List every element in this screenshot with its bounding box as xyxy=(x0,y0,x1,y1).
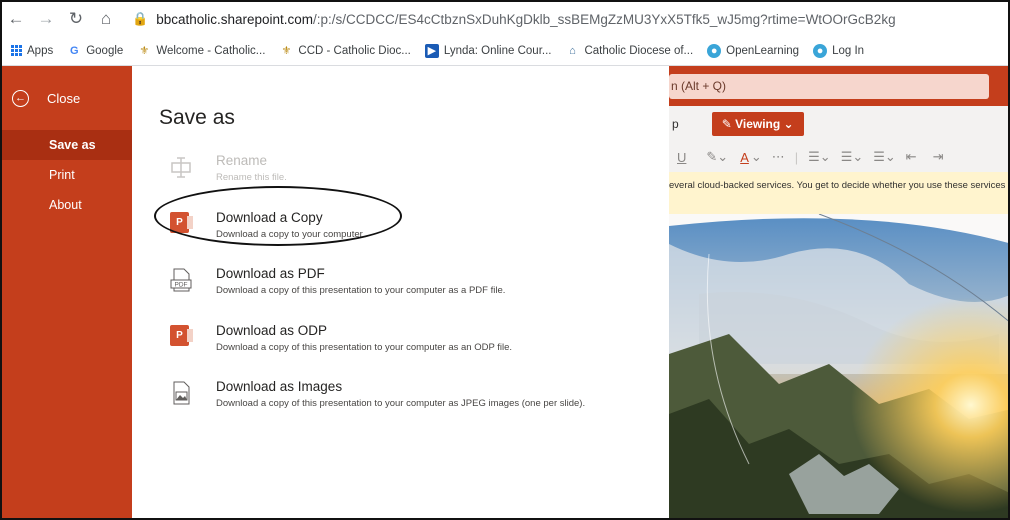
apps-grid-icon xyxy=(11,45,22,56)
download-pdf-option[interactable]: PDF Download as PDF Download a copy of t… xyxy=(170,265,505,296)
backstage-sidebar: ← Close Save as Print About xyxy=(2,66,132,518)
openlearning-icon: ● xyxy=(707,43,722,58)
pencil-icon: ✎ xyxy=(721,117,736,131)
ribbon-tabs: p ✎ Viewing ⌄ xyxy=(669,106,1008,142)
viewing-mode-button[interactable]: ✎ Viewing ⌄ xyxy=(711,112,804,136)
bookmark-google[interactable]: G Google xyxy=(67,44,123,58)
bookmark-label: CCD - Catholic Dioc... xyxy=(298,44,411,57)
screenshot-frame: ← → ↻ ⌂ 🔒 bbcatholic.sharepoint.com/:p:/… xyxy=(0,0,1010,520)
highlight-circle-annotation xyxy=(154,186,402,246)
url-field[interactable]: bbcatholic.sharepoint.com/:p:/s/CCDCC/ES… xyxy=(156,12,895,27)
bookmark-label: OpenLearning xyxy=(726,44,800,57)
forward-arrow-icon[interactable]: → xyxy=(34,7,58,31)
close-label: Close xyxy=(47,90,81,106)
lynda-icon: ▶ xyxy=(424,43,439,58)
decrease-indent-icon[interactable]: ⇤ xyxy=(906,149,917,165)
option-description: Download a copy of this presentation to … xyxy=(216,285,506,296)
bookmark-lynda[interactable]: ▶ Lynda: Online Cour... xyxy=(424,43,552,58)
lock-icon[interactable]: 🔒 xyxy=(132,11,148,27)
browser-address-bar: ← → ↻ ⌂ 🔒 bbcatholic.sharepoint.com/:p:/… xyxy=(2,2,1008,36)
bookmark-catholic-diocese[interactable]: ⌂ Catholic Diocese of... xyxy=(565,44,693,58)
pdf-icon: PDF xyxy=(170,268,192,292)
back-arrow-icon[interactable]: ← xyxy=(4,7,28,31)
bookmarks-bar: Apps G Google ⚜ Welcome - Catholic... ⚜ … xyxy=(2,36,1008,66)
editor-area: n (Alt + Q) p ✎ Viewing ⌄ U ✎⌄ A ⌄ ⋯ | ☰⌄… xyxy=(669,66,1008,518)
align-icon[interactable]: ☰⌄ xyxy=(873,149,896,165)
search-input[interactable]: n (Alt + Q) xyxy=(669,74,989,99)
option-title: Download as Images xyxy=(216,379,343,394)
ribbon-tab-fragment[interactable]: p xyxy=(672,117,679,131)
underline-icon[interactable]: U xyxy=(677,150,686,165)
page-title: Save as xyxy=(159,106,235,129)
home-icon[interactable]: ⌂ xyxy=(94,7,118,31)
title-bar: n (Alt + Q) xyxy=(669,66,1008,106)
openlearning-icon: ● xyxy=(813,43,828,58)
option-title: Rename xyxy=(216,153,268,168)
more-icon[interactable]: ⋯ xyxy=(772,149,785,165)
option-description: Rename this file. xyxy=(216,172,287,183)
bookmark-label: Lynda: Online Cour... xyxy=(443,44,552,57)
bookmark-ccd-catholic[interactable]: ⚜ CCD - Catholic Dioc... xyxy=(279,44,410,58)
sidebar-item-label: Print xyxy=(49,168,75,182)
font-color-icon[interactable]: A xyxy=(740,150,749,165)
bookmark-apps[interactable]: Apps xyxy=(11,45,53,57)
fleur-de-lis-icon: ⚜ xyxy=(281,45,292,57)
bookmark-label: Google xyxy=(86,44,124,57)
option-description: Download a copy of this presentation to … xyxy=(216,342,513,353)
close-button[interactable]: ← Close xyxy=(2,66,132,130)
url-host: bbcatholic.sharepoint.com xyxy=(156,11,314,27)
ribbon-toolbar: U ✎⌄ A ⌄ ⋯ | ☰⌄ ☰⌄ ☰⌄ ⇤ ⇥ xyxy=(669,142,1008,172)
highlight-icon[interactable]: ✎⌄ xyxy=(706,149,728,165)
sidebar-item-save-as[interactable]: Save as xyxy=(2,130,132,160)
sidebar-item-about[interactable]: About xyxy=(2,190,132,220)
church-icon: ⌂ xyxy=(569,44,576,57)
google-icon: G xyxy=(69,44,79,57)
download-odp-option[interactable]: P Download as ODP Download a copy of thi… xyxy=(170,322,512,353)
option-description: Download a copy of this presentation to … xyxy=(216,398,586,409)
image-icon xyxy=(173,381,190,405)
rename-option: Rename Rename this file. xyxy=(170,152,287,183)
fleur-de-lis-icon: ⚜ xyxy=(139,45,150,57)
bullets-icon[interactable]: ☰⌄ xyxy=(808,149,831,165)
option-title: Download as ODP xyxy=(216,323,328,338)
svg-text:PDF: PDF xyxy=(175,282,188,289)
powerpoint-icon: P xyxy=(170,325,193,349)
reload-icon[interactable]: ↻ xyxy=(64,7,88,31)
bookmark-welcome-catholic[interactable]: ⚜ Welcome - Catholic... xyxy=(137,44,265,58)
bookmark-label: Catholic Diocese of... xyxy=(584,44,694,57)
option-title: Download as PDF xyxy=(216,266,325,281)
rename-icon xyxy=(171,157,191,178)
viewing-label: Viewing xyxy=(735,117,781,131)
bookmark-label: Log In xyxy=(832,44,865,57)
bookmark-label: Apps xyxy=(27,44,54,57)
sidebar-item-label: About xyxy=(49,198,82,212)
sidebar-item-label: Save as xyxy=(49,138,96,152)
download-images-option[interactable]: Download as Images Download a copy of th… xyxy=(170,378,585,409)
sidebar-item-print[interactable]: Print xyxy=(2,160,132,190)
bookmark-openlearning[interactable]: ● OpenLearning xyxy=(707,43,800,58)
save-as-panel: Save as Rename Rename this file. P Downl… xyxy=(132,66,669,518)
numbering-icon[interactable]: ☰⌄ xyxy=(841,149,864,165)
notice-bar: everal cloud-backed services. You get to… xyxy=(669,172,1008,214)
back-circle-icon: ← xyxy=(12,89,29,107)
bookmark-label: Welcome - Catholic... xyxy=(156,44,266,57)
increase-indent-icon[interactable]: ⇥ xyxy=(933,149,944,165)
chevron-down-icon: ⌄ xyxy=(780,117,794,131)
office-app: ← Close Save as Print About Save as Rena… xyxy=(2,66,1008,518)
url-path: /:p:/s/CCDCC/ES4cCtbznSxDuhKgDklb_ssBEMg… xyxy=(313,11,896,27)
bookmark-log-in[interactable]: ● Log In xyxy=(813,43,865,58)
slide-image xyxy=(669,214,1008,518)
